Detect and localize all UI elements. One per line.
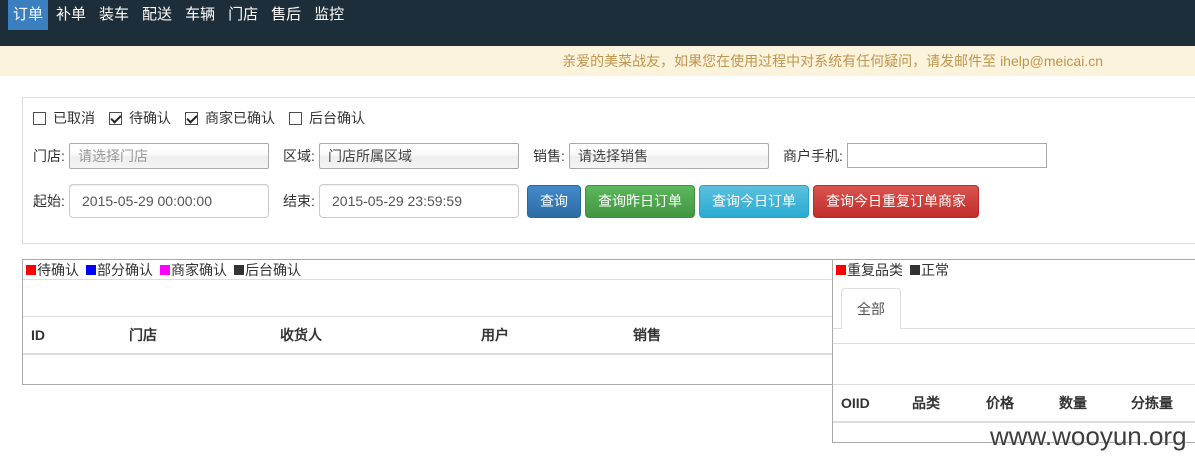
row-divider — [23, 316, 832, 317]
legend-label: 商家确认 — [171, 261, 227, 278]
legend-swatch — [86, 264, 96, 275]
end-time-label: 结束: — [283, 193, 315, 209]
row-divider — [833, 343, 1195, 344]
legend-item-backend-confirmed: 后台确认 — [234, 261, 301, 279]
legend-item-merchant-confirmed: 商家确认 — [160, 261, 227, 279]
legend-item-duplicate-category: 重复品类 — [836, 261, 903, 279]
legend-label: 部分确认 — [97, 261, 153, 278]
watermark: www.wooyun.org — [990, 421, 1187, 451]
orders-table: 待确认 部分确认 商家确认 后台确认 ID 门店 收货人 用户 销售 — [22, 259, 833, 385]
column-header-store: 门店 — [129, 327, 157, 343]
notice-text: 亲爱的美菜战友，如果您在使用过程中对系统有任何疑问，请发邮件至 ihelp@me… — [562, 53, 1103, 69]
status-option-pending[interactable]: 待确认 — [109, 109, 171, 127]
row-divider — [23, 279, 832, 280]
nav-item-supplement-orders[interactable]: 补单 — [51, 0, 91, 30]
sales-label: 销售: — [533, 148, 565, 164]
tab-all[interactable]: 全部 — [841, 288, 901, 329]
nav-item-after-sales[interactable]: 售后 — [266, 0, 306, 30]
store-select[interactable] — [69, 143, 269, 169]
legend-label: 待确认 — [37, 261, 79, 278]
nav-item-delivery[interactable]: 配送 — [137, 0, 177, 30]
status-option-cancelled[interactable]: 已取消 — [33, 109, 95, 127]
nav-item-monitoring[interactable]: 监控 — [309, 0, 349, 30]
column-header-oiid: OIID — [841, 395, 870, 411]
legend-swatch — [160, 264, 170, 275]
main-nav: 订单 补单 装车 配送 车辆 门店 售后 监控 — [8, 0, 352, 30]
status-option-merchant-confirmed[interactable]: 商家已确认 — [185, 109, 275, 127]
legend-item-partially-confirmed: 部分确认 — [86, 261, 153, 279]
sales-select[interactable] — [569, 143, 769, 169]
column-header-receiver: 收货人 — [280, 327, 322, 343]
status-backend-confirmed-checkbox[interactable] — [289, 111, 302, 125]
items-legend: 重复品类 正常 — [836, 260, 956, 279]
orders-legend: 待确认 部分确认 商家确认 后台确认 — [26, 260, 308, 279]
nav-item-loading[interactable]: 装车 — [94, 0, 134, 30]
legend-label: 重复品类 — [847, 261, 903, 278]
column-header-sorted-quantity: 分拣量 — [1131, 395, 1173, 411]
query-today-orders-button[interactable]: 查询今日订单 — [699, 185, 809, 218]
status-option-label: 后台确认 — [309, 110, 365, 126]
column-header-category: 品类 — [912, 395, 940, 411]
status-option-label: 商家已确认 — [205, 110, 275, 126]
column-header-id: ID — [31, 327, 45, 343]
column-header-quantity: 数量 — [1059, 395, 1087, 411]
start-time-input[interactable] — [69, 184, 269, 218]
status-option-label: 已取消 — [53, 110, 95, 126]
nav-item-orders[interactable]: 订单 — [8, 0, 49, 30]
query-today-duplicate-merchants-button[interactable]: 查询今日重复订单商家 — [813, 185, 979, 218]
status-option-backend-confirmed[interactable]: 后台确认 — [289, 109, 365, 127]
legend-swatch — [910, 264, 920, 275]
legend-swatch — [836, 264, 846, 275]
legend-label: 正常 — [921, 261, 949, 278]
legend-swatch — [26, 264, 36, 275]
column-header-sales: 销售 — [633, 327, 661, 343]
legend-item-pending: 待确认 — [26, 261, 79, 279]
query-button[interactable]: 查询 — [527, 185, 581, 218]
column-header-price: 价格 — [986, 395, 1014, 411]
top-navbar: 订单 补单 装车 配送 车辆 门店 售后 监控 — [0, 0, 1195, 46]
merchant-phone-label: 商户手机: — [783, 148, 843, 164]
status-cancelled-checkbox[interactable] — [33, 111, 46, 125]
header-divider — [23, 353, 832, 355]
legend-label: 后台确认 — [245, 261, 301, 278]
legend-item-normal: 正常 — [910, 261, 949, 279]
order-items-table: 重复品类 正常 全部 OIID 品类 价格 数量 分拣量 — [832, 259, 1195, 443]
filter-panel: 已取消 待确认 商家已确认 后台确认 门店: 区域: 销售: 商户手机: 起始:… — [22, 97, 1195, 244]
notice-bar: 亲爱的美菜战友，如果您在使用过程中对系统有任何疑问，请发邮件至 ihelp@me… — [0, 46, 1195, 76]
status-merchant-confirmed-checkbox[interactable] — [185, 111, 198, 125]
nav-item-stores[interactable]: 门店 — [223, 0, 263, 30]
merchant-phone-input[interactable] — [847, 143, 1047, 168]
area-select[interactable] — [319, 143, 519, 169]
store-label: 门店: — [33, 148, 65, 164]
row-divider — [833, 384, 1195, 385]
start-time-label: 起始: — [33, 193, 65, 209]
area-label: 区域: — [283, 148, 315, 164]
end-time-input[interactable] — [319, 184, 519, 218]
status-option-label: 待确认 — [129, 110, 171, 126]
column-header-user: 用户 — [481, 327, 509, 343]
legend-swatch — [234, 264, 244, 275]
query-yesterday-orders-button[interactable]: 查询昨日订单 — [585, 185, 695, 218]
status-pending-checkbox[interactable] — [109, 111, 122, 125]
nav-item-vehicles[interactable]: 车辆 — [180, 0, 220, 30]
